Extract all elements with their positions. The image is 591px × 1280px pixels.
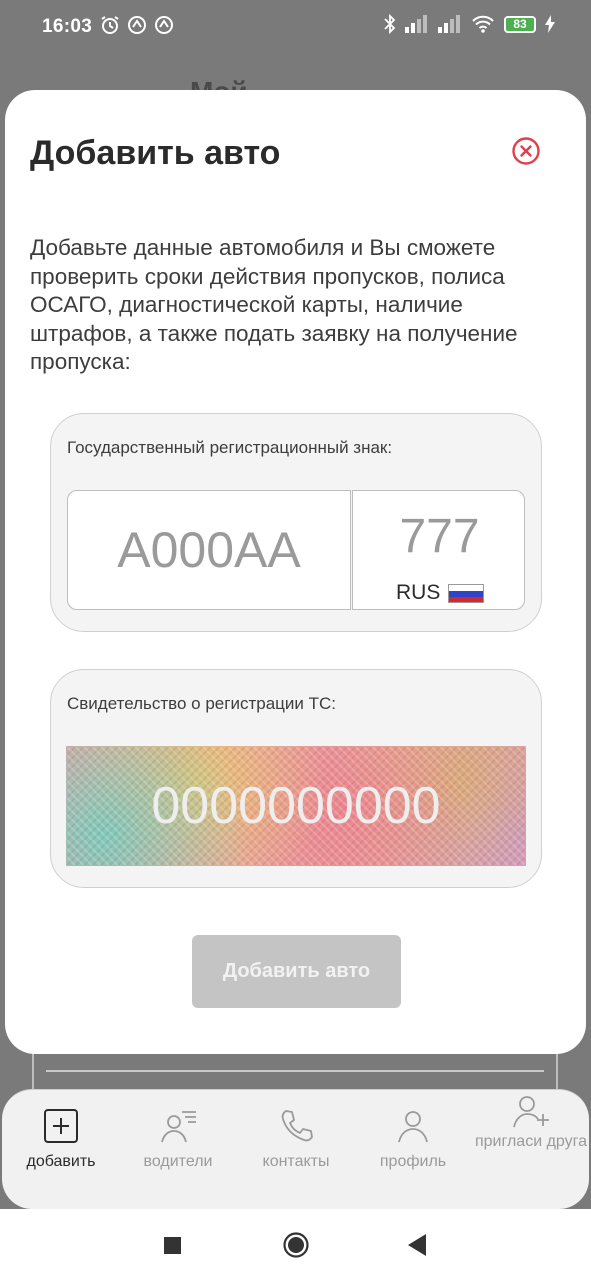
plate-region-box: RUS [352, 490, 525, 610]
tab-label: водители [143, 1153, 213, 1170]
plate-region-input[interactable] [359, 509, 520, 564]
system-nav-bar [0, 1209, 591, 1280]
certificate-label: Свидетельство о регистрации ТС: [67, 694, 336, 713]
recents-icon[interactable] [164, 1237, 181, 1254]
certificate-card: Свидетельство о регистрации ТС: [50, 669, 542, 888]
status-time: 16:03 [42, 16, 93, 37]
intro-text: Добавьте данные автомобиля и Вы сможете … [30, 235, 518, 374]
battery-icon: 83 [504, 15, 536, 33]
tab-profile[interactable]: профиль [354, 1108, 472, 1204]
home-icon[interactable] [283, 1232, 309, 1258]
bluetooth-icon [384, 14, 396, 34]
person-icon [398, 1111, 428, 1143]
bottom-tab-bar: добавить водители контакты профиль пригл… [2, 1089, 589, 1209]
plate-country: RUS [396, 581, 485, 605]
close-icon[interactable] [511, 136, 541, 166]
tab-invite-friend[interactable]: пригласи друга [472, 1094, 590, 1190]
tab-drivers[interactable]: водители [119, 1108, 237, 1204]
alarm-icon [101, 16, 119, 34]
tab-label: контакты [262, 1153, 330, 1170]
tab-contacts[interactable]: контакты [237, 1108, 355, 1204]
sync-icon-2 [155, 16, 173, 34]
wifi-icon [472, 15, 494, 33]
certificate-number-input[interactable] [66, 746, 526, 866]
plate-number-input[interactable] [79, 521, 339, 579]
signal-icon-2 [438, 15, 460, 33]
plate-label: Государственный регистрационный знак: [67, 438, 393, 457]
back-icon[interactable] [406, 1233, 428, 1257]
plus-square-icon [44, 1109, 78, 1143]
tab-label: добавить [26, 1153, 96, 1170]
modal-title: Добавить авто [30, 134, 281, 172]
add-car-button[interactable]: Добавить авто [192, 935, 401, 1008]
plate-card: Государственный регистрационный знак: RU… [50, 413, 542, 632]
drivers-icon [161, 1111, 196, 1143]
tab-label: профиль [379, 1153, 447, 1170]
license-plate: RUS [67, 490, 525, 610]
phone-icon [281, 1110, 313, 1142]
tab-label: пригласи друга [474, 1133, 588, 1150]
charging-icon [545, 15, 555, 33]
certificate-field [66, 746, 526, 866]
invite-person-icon [513, 1096, 549, 1128]
plate-number-box [67, 490, 351, 610]
background-divider [46, 1070, 544, 1072]
tab-add[interactable]: добавить [2, 1108, 120, 1204]
sync-icon [128, 16, 146, 34]
russian-flag-icon [448, 583, 485, 603]
add-car-modal: Добавить авто Добавьте данные автомобиля… [5, 90, 586, 1054]
signal-icon [405, 15, 427, 33]
plate-country-code: RUS [396, 581, 441, 604]
status-bar: 16:03 83 [0, 0, 591, 54]
